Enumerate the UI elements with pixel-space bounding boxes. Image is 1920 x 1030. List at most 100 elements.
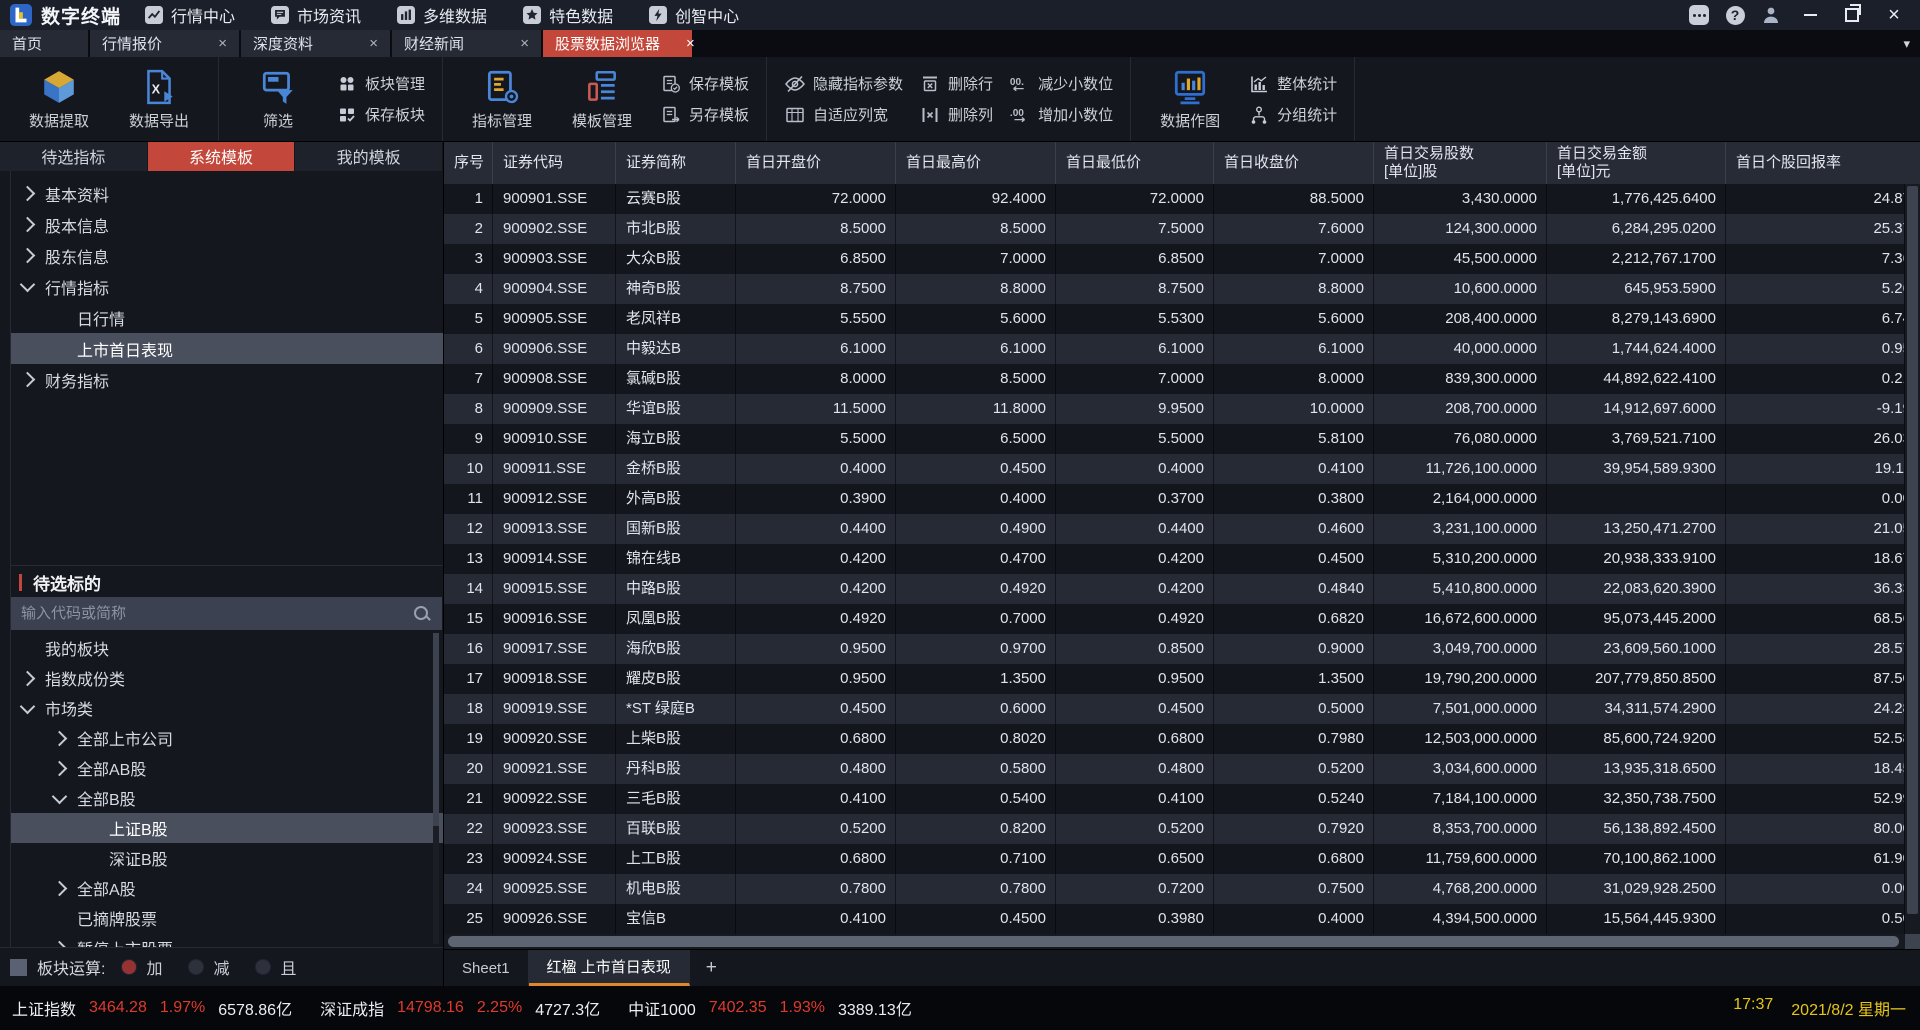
toolbar-delete-col-button[interactable]: 删除列: [919, 104, 993, 126]
table-row[interactable]: 21900922.SSE三毛B股0.41000.54000.41000.5240…: [444, 784, 1920, 814]
toolbar-group-stats-button[interactable]: 分组统计: [1248, 104, 1337, 126]
toolbar-decimal-increase-button[interactable]: .00增加小数位: [1009, 104, 1113, 126]
table-row[interactable]: 1900901.SSE云赛B股72.000092.400072.000088.5…: [444, 184, 1920, 214]
minimize-button[interactable]: [1796, 4, 1824, 26]
table-row[interactable]: 25900926.SSE宝信B0.41000.45000.39800.40004…: [444, 904, 1920, 934]
menu-item-featured-data[interactable]: 特色数据: [523, 3, 613, 27]
sheet-tab-sheet1[interactable]: Sheet1: [444, 950, 529, 986]
toolbar-data-export-button[interactable]: X数据导出: [113, 68, 205, 131]
column-header-3[interactable]: 首日开盘价: [736, 141, 896, 184]
column-header-7[interactable]: 首日交易股数 [单位]股: [1374, 141, 1547, 184]
column-header-6[interactable]: 首日收盘价: [1214, 141, 1374, 184]
table-row[interactable]: 2900902.SSE市北B股8.50008.50007.50007.60001…: [444, 214, 1920, 244]
toolbar-filter-button[interactable]: 筛选: [232, 68, 324, 131]
toolbar-data-extract-button[interactable]: 数据提取: [13, 68, 105, 131]
toolbar-board-manage-button[interactable]: 板块管理: [336, 73, 425, 95]
table-row[interactable]: 17900918.SSE耀皮B股0.95001.35000.95001.3500…: [444, 664, 1920, 694]
column-header-4[interactable]: 首日最高价: [896, 141, 1056, 184]
tree-item-daily-quote[interactable]: 日行情: [11, 302, 443, 333]
scrollbar-thumb[interactable]: [433, 633, 439, 826]
toolbar-fit-width-button[interactable]: 自适应列宽: [784, 104, 903, 126]
column-header-1[interactable]: 证券代码: [493, 141, 616, 184]
table-row[interactable]: 6900906.SSE中毅达B6.10006.10006.10006.10004…: [444, 334, 1920, 364]
tree-item-share-info[interactable]: 股本信息: [11, 209, 443, 240]
column-header-2[interactable]: 证券简称: [616, 141, 736, 184]
tree-item-sh-b[interactable]: 上证B股: [11, 813, 443, 843]
search-icon[interactable]: [412, 604, 432, 624]
toolbar-chart-plot-button[interactable]: 数据作图: [1144, 68, 1236, 131]
restore-button[interactable]: [1838, 4, 1866, 26]
table-row[interactable]: 8900909.SSE华谊B股11.500011.80009.950010.00…: [444, 394, 1920, 424]
tab-close-icon[interactable]: ×: [343, 35, 378, 52]
table-row[interactable]: 24900925.SSE机电B股0.78000.78000.72000.7500…: [444, 874, 1920, 904]
table-row[interactable]: 22900923.SSE百联B股0.52000.82000.52000.7920…: [444, 814, 1920, 844]
toolbar-delete-row-button[interactable]: 删除行: [919, 73, 993, 95]
table-row[interactable]: 23900924.SSE上工B股0.68000.71000.65000.6800…: [444, 844, 1920, 874]
table-row[interactable]: 12900913.SSE国新B股0.44000.49000.44000.4600…: [444, 514, 1920, 544]
tree-item-delisted[interactable]: 已摘牌股票: [11, 903, 443, 933]
user-button[interactable]: [1760, 4, 1782, 26]
table-row[interactable]: 13900914.SSE锦在线B0.42000.47000.42000.4500…: [444, 544, 1920, 574]
tree-item-all-ab[interactable]: 全部AB股: [11, 753, 443, 783]
tree-item-my-boards[interactable]: 我的板块: [11, 633, 443, 663]
toolbar-board-save-button[interactable]: 保存板块: [336, 104, 425, 126]
table-row[interactable]: 16900917.SSE海欣B股0.95000.97000.85000.9000…: [444, 634, 1920, 664]
block-op-减[interactable]: 减: [188, 955, 229, 979]
tab-close-icon[interactable]: ×: [494, 35, 529, 52]
sidebar-tab-pending-indicators[interactable]: 待选指标: [0, 141, 147, 171]
menu-item-multi-data[interactable]: 多维数据: [397, 3, 487, 27]
toolbar-template-save-button[interactable]: 保存模板: [660, 73, 749, 95]
tree-item-basic-info[interactable]: 基本资料: [11, 178, 443, 209]
block-op-加[interactable]: 加: [121, 955, 162, 979]
scrollbar-thumb[interactable]: [1907, 186, 1918, 914]
column-header-8[interactable]: 首日交易金额 [单位]元: [1547, 141, 1726, 184]
tree-item-first-day-performance[interactable]: 上市首日表现: [11, 333, 443, 364]
tree-item-all-listed[interactable]: 全部上市公司: [11, 723, 443, 753]
toolbar-indicator-manage-button[interactable]: 指标管理: [456, 68, 548, 131]
tab-finance-news[interactable]: 财经新闻×: [392, 30, 541, 57]
menu-item-market-center[interactable]: 行情中心: [145, 3, 235, 27]
tree-item-market-class[interactable]: 市场类: [11, 693, 443, 723]
tab-deep-profile[interactable]: 深度资料×: [241, 30, 390, 57]
targets-tree-scrollbar[interactable]: [433, 633, 439, 944]
table-row[interactable]: 3900903.SSE大众B股6.85007.00006.85007.00004…: [444, 244, 1920, 274]
table-row[interactable]: 18900919.SSE*ST 绿庭B0.45000.60000.45000.5…: [444, 694, 1920, 724]
block-op-且[interactable]: 且: [255, 955, 296, 979]
table-row[interactable]: 11900912.SSE外高B股0.39000.40000.37000.3800…: [444, 484, 1920, 514]
sidebar-tab-system-templates[interactable]: 系统模板: [148, 141, 295, 171]
toolbar-overall-stats-button[interactable]: 整体统计: [1248, 73, 1337, 95]
block-operation-checkbox[interactable]: [10, 959, 27, 976]
help-button[interactable]: ?: [1724, 4, 1746, 26]
column-header-0[interactable]: 序号: [444, 141, 493, 184]
tree-item-sz-b[interactable]: 深证B股: [11, 843, 443, 873]
sidebar-tab-my-templates[interactable]: 我的模板: [295, 141, 442, 171]
menu-item-market-info[interactable]: 市场资讯: [271, 3, 361, 27]
tree-item-quote-indicators[interactable]: 行情指标: [11, 271, 443, 302]
tab-home[interactable]: 首页: [0, 30, 88, 57]
tab-close-icon[interactable]: ×: [192, 35, 227, 52]
column-header-9[interactable]: 首日个股回报率: [1726, 141, 1920, 184]
tree-item-holder-info[interactable]: 股东信息: [11, 240, 443, 271]
tab-overflow-button[interactable]: ▾: [1903, 30, 1920, 57]
toolbar-hide-params-button[interactable]: 隐藏指标参数: [784, 73, 903, 95]
sheet-tab-template-sheet[interactable]: 红楹 上市首日表现: [529, 950, 690, 986]
tree-item-all-b[interactable]: 全部B股: [11, 783, 443, 813]
tab-stock-data-browser[interactable]: 股票数据浏览器×: [543, 30, 692, 57]
toolbar-decimal-decrease-button[interactable]: 00.减少小数位: [1009, 73, 1113, 95]
table-row[interactable]: 7900908.SSE氯碱B股8.00008.50007.00008.00008…: [444, 364, 1920, 394]
tree-item-suspended[interactable]: 暂停上市股票: [11, 933, 443, 948]
table-row[interactable]: 5900905.SSE老凤祥B5.55005.60005.53005.60002…: [444, 304, 1920, 334]
tree-item-all-a[interactable]: 全部A股: [11, 873, 443, 903]
tab-quotes[interactable]: 行情报价×: [90, 30, 239, 57]
chat-button[interactable]: [1688, 4, 1710, 26]
table-row[interactable]: 15900916.SSE凤凰B股0.49200.70000.49200.6820…: [444, 604, 1920, 634]
vertical-scrollbar[interactable]: [1904, 184, 1920, 934]
table-row[interactable]: 19900920.SSE上柴B股0.68000.80200.68000.7980…: [444, 724, 1920, 754]
column-header-5[interactable]: 首日最低价: [1056, 141, 1214, 184]
table-row[interactable]: 10900911.SSE金桥B股0.40000.45000.40000.4100…: [444, 454, 1920, 484]
search-input[interactable]: [11, 605, 412, 622]
toolbar-template-manage-button[interactable]: 模板管理: [556, 68, 648, 131]
table-row[interactable]: 20900921.SSE丹科B股0.48000.58000.48000.5200…: [444, 754, 1920, 784]
horizontal-scrollbar[interactable]: [444, 934, 1905, 949]
close-button[interactable]: ×: [1880, 4, 1908, 26]
